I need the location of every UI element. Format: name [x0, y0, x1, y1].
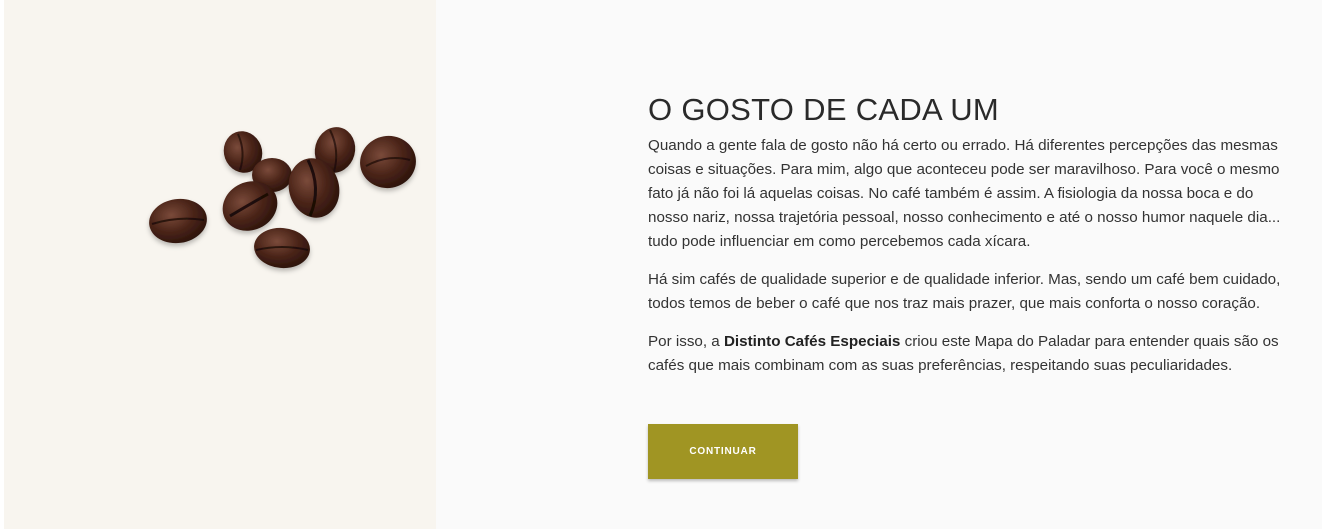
intro-paragraph-2: Há sim cafés de qualidade superior e de …: [648, 271, 1281, 312]
intro-section: O GOSTO DE CADA UM Quando a gente fala d…: [648, 92, 1298, 392]
coffee-beans-image: [149, 127, 416, 269]
intro-paragraph-1: Quando a gente fala de gosto não há cert…: [648, 137, 1281, 250]
page-title: O GOSTO DE CADA UM: [648, 92, 1000, 127]
brand-name: Distinto Cafés Especiais: [723, 333, 901, 350]
continue-button[interactable]: CONTINUAR: [648, 424, 798, 479]
page: O GOSTO DE CADA UM Quando a gente fala d…: [0, 0, 1325, 529]
intro-paragraph-3: Por isso, a Distinto Cafés Especiais cri…: [648, 330, 1298, 378]
paragraph-3-prefix: Por isso, a: [648, 333, 724, 350]
